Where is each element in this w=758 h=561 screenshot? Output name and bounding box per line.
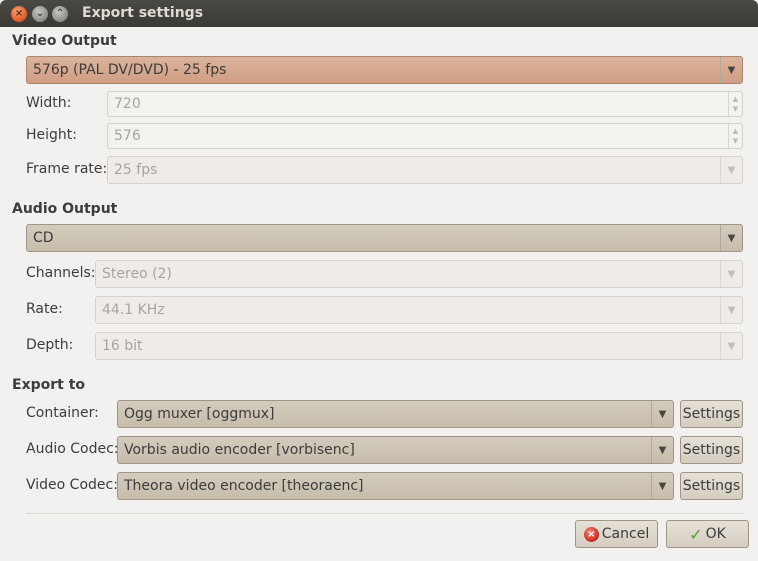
rate-label: Rate: bbox=[26, 301, 63, 317]
spin-arrows-icon[interactable]: ▲ ▼ bbox=[728, 124, 742, 148]
video-codec-label: Video Codec: bbox=[26, 477, 118, 493]
container-combo[interactable]: Ogg muxer [oggmux] ▼ bbox=[117, 400, 674, 428]
minimize-icon: ⌄ bbox=[35, 8, 45, 19]
chevron-down-icon: ▼ bbox=[720, 157, 742, 183]
video-codec-combo[interactable]: Theora video encoder [theoraenc] ▼ bbox=[117, 472, 674, 500]
framerate-combo[interactable]: 25 fps ▼ bbox=[107, 156, 743, 184]
maximize-icon: ⌃ bbox=[55, 8, 65, 19]
window-title: Export settings bbox=[82, 5, 204, 21]
divider bbox=[26, 513, 744, 514]
width-label: Width: bbox=[26, 95, 72, 111]
channels-value: Stereo (2) bbox=[102, 266, 172, 282]
audio-output-heading: Audio Output bbox=[12, 201, 118, 217]
rate-combo[interactable]: 44.1 KHz ▼ bbox=[95, 296, 743, 324]
width-value: 720 bbox=[114, 96, 141, 112]
checkmark-icon: ✓ bbox=[689, 524, 703, 544]
video-preset-value: 576p (PAL DV/DVD) - 25 fps bbox=[33, 62, 227, 78]
depth-combo[interactable]: 16 bit ▼ bbox=[95, 332, 743, 360]
chevron-down-icon: ▼ bbox=[651, 473, 673, 499]
audio-preset-value: CD bbox=[33, 230, 54, 246]
title-bar: × ⌄ ⌃ Export settings bbox=[0, 0, 758, 27]
window-minimize-button[interactable]: ⌄ bbox=[32, 6, 48, 22]
audio-codec-combo[interactable]: Vorbis audio encoder [vorbisenc] ▼ bbox=[117, 436, 674, 464]
chevron-down-icon: ▼ bbox=[720, 261, 742, 287]
cancel-button[interactable]: × Cancel bbox=[575, 520, 658, 548]
container-label: Container: bbox=[26, 405, 99, 421]
export-to-heading: Export to bbox=[12, 377, 86, 393]
audio-preset-combo[interactable]: CD ▼ bbox=[26, 224, 743, 252]
container-settings-button[interactable]: Settings bbox=[680, 400, 743, 428]
audio-codec-label: Audio Codec: bbox=[26, 441, 119, 457]
container-value: Ogg muxer [oggmux] bbox=[124, 406, 275, 422]
height-label: Height: bbox=[26, 127, 77, 143]
close-icon: × bbox=[14, 8, 24, 19]
video-codec-value: Theora video encoder [theoraenc] bbox=[124, 478, 364, 494]
framerate-label: Frame rate: bbox=[26, 161, 108, 177]
chevron-down-icon: ▼ bbox=[720, 225, 742, 251]
cancel-label: Cancel bbox=[601, 526, 650, 542]
window-maximize-button[interactable]: ⌃ bbox=[52, 6, 68, 22]
depth-label: Depth: bbox=[26, 337, 74, 353]
height-spinbutton[interactable]: 576 ▲ ▼ bbox=[107, 123, 743, 149]
window-close-button[interactable]: × bbox=[11, 6, 27, 22]
audio-codec-value: Vorbis audio encoder [vorbisenc] bbox=[124, 442, 355, 458]
channels-combo[interactable]: Stereo (2) ▼ bbox=[95, 260, 743, 288]
video-preset-combo[interactable]: 576p (PAL DV/DVD) - 25 fps ▼ bbox=[26, 56, 743, 84]
width-spinbutton[interactable]: 720 ▲ ▼ bbox=[107, 91, 743, 117]
channels-label: Channels: bbox=[26, 265, 96, 281]
chevron-down-icon: ▼ bbox=[651, 401, 673, 427]
height-value: 576 bbox=[114, 128, 141, 144]
video-output-heading: Video Output bbox=[12, 33, 117, 49]
video-codec-settings-button[interactable]: Settings bbox=[680, 472, 743, 500]
chevron-down-icon: ▼ bbox=[651, 437, 673, 463]
framerate-value: 25 fps bbox=[114, 162, 158, 178]
spin-arrows-icon[interactable]: ▲ ▼ bbox=[728, 92, 742, 116]
ok-label: OK bbox=[705, 526, 726, 542]
chevron-down-icon: ▼ bbox=[720, 57, 742, 83]
chevron-down-icon: ▼ bbox=[720, 297, 742, 323]
cancel-icon: × bbox=[583, 526, 599, 542]
rate-value: 44.1 KHz bbox=[102, 302, 165, 318]
ok-button[interactable]: ✓ OK bbox=[666, 520, 749, 548]
chevron-down-icon: ▼ bbox=[720, 333, 742, 359]
depth-value: 16 bit bbox=[102, 338, 143, 354]
audio-codec-settings-button[interactable]: Settings bbox=[680, 436, 743, 464]
